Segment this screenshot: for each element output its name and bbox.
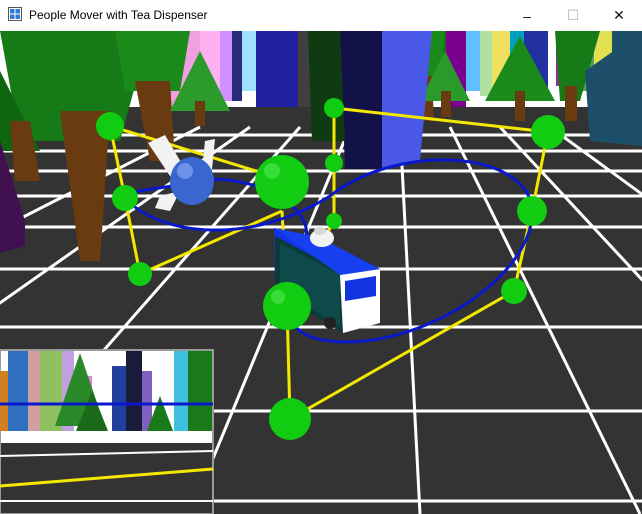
app-window: People Mover with Tea Dispenser – ☐ ✕ [0,0,642,514]
minimize-button[interactable]: – [504,0,550,31]
maximize-icon: ☐ [566,7,580,23]
scene-canvas [0,31,642,514]
title-bar[interactable]: People Mover with Tea Dispenser – ☐ ✕ [0,0,642,32]
close-icon: ✕ [613,7,625,23]
minimap[interactable] [0,349,214,514]
minimize-icon: – [523,7,531,24]
app-icon [8,7,22,21]
window-title: People Mover with Tea Dispenser [29,8,208,22]
maximize-button[interactable]: ☐ [550,0,596,31]
close-button[interactable]: ✕ [596,0,642,31]
opengl-viewport[interactable] [0,31,642,514]
